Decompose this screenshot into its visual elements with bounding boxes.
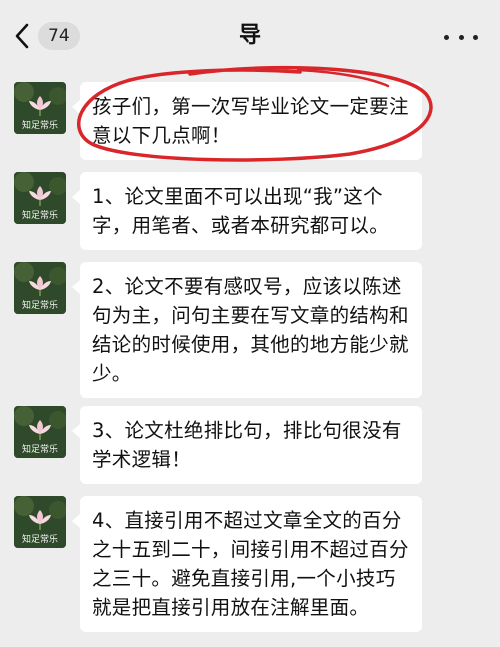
message-text: 3、论文杜绝排比句，排比句很没有学术逻辑！	[92, 419, 402, 471]
lotus-avatar-icon: 知足常乐	[14, 262, 66, 314]
message-text: 孩子们，第一次写毕业论文一定要注意以下几点啊！	[92, 95, 409, 147]
lotus-avatar-icon: 知足常乐	[14, 406, 66, 458]
avatar-caption: 知足常乐	[22, 443, 58, 455]
message-bubble[interactable]: 1、论文里面不可以出现“我”这个字，用笔者、或者本研究都可以。	[72, 172, 422, 250]
avatar-caption: 知足常乐	[22, 119, 58, 131]
avatar-caption: 知足常乐	[22, 299, 58, 311]
message-bubble[interactable]: 孩子们，第一次写毕业论文一定要注意以下几点啊！	[72, 82, 422, 160]
message-bubble[interactable]: 2、论文不要有感叹号，应该以陈述句为主，问句主要在写文章的结构和结论的时候使用，…	[72, 262, 422, 398]
avatar[interactable]: 知足常乐	[14, 496, 66, 548]
more-options-button[interactable]	[444, 22, 478, 52]
nav-bar: 74 导	[0, 0, 500, 72]
message-text: 4、直接引用不超过文章全文的百分之十五到二十，间接引用不超过百分之三十。避免直接…	[92, 509, 409, 619]
avatar[interactable]: 知足常乐	[14, 82, 66, 134]
chat-title: 导	[238, 23, 261, 48]
avatar[interactable]: 知足常乐	[14, 262, 66, 314]
lotus-avatar-icon: 知足常乐	[14, 172, 66, 224]
avatar[interactable]: 知足常乐	[14, 406, 66, 458]
dot-icon	[458, 34, 464, 40]
message-text: 2、论文不要有感叹号，应该以陈述句为主，问句主要在写文章的结构和结论的时候使用，…	[92, 275, 409, 385]
dot-icon	[473, 34, 478, 40]
avatar[interactable]: 知足常乐	[14, 172, 66, 224]
avatar-caption: 知足常乐	[22, 209, 58, 221]
message-bubble[interactable]: 4、直接引用不超过文章全文的百分之十五到二十，间接引用不超过百分之三十。避免直接…	[72, 496, 422, 632]
message-bubble[interactable]: 3、论文杜绝排比句，排比句很没有学术逻辑！	[72, 406, 422, 484]
message-text: 1、论文里面不可以出现“我”这个字，用笔者、或者本研究都可以。	[92, 185, 390, 237]
lotus-avatar-icon: 知足常乐	[14, 82, 66, 134]
avatar-caption: 知足常乐	[22, 533, 58, 545]
dot-icon	[444, 34, 449, 40]
lotus-avatar-icon: 知足常乐	[14, 496, 66, 548]
